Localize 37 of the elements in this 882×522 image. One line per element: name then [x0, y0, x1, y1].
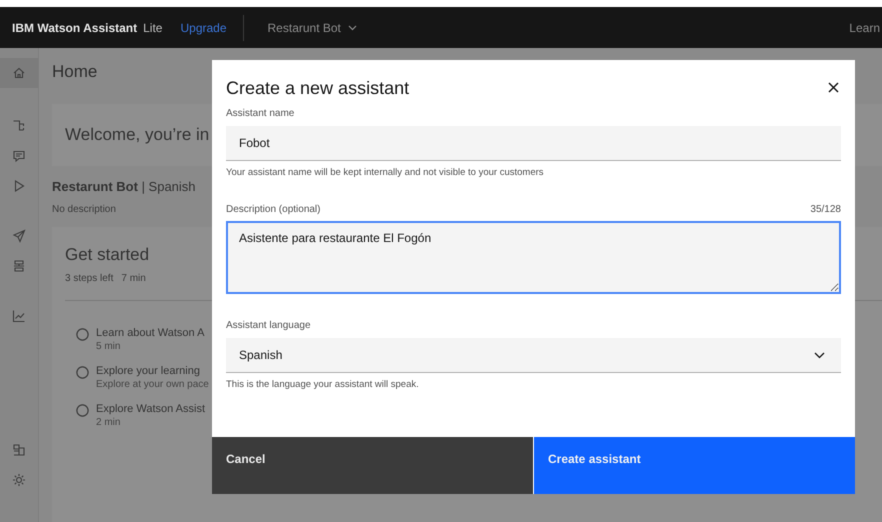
home-icon[interactable] [0, 58, 38, 88]
plan-label: Lite [143, 20, 162, 34]
step-title[interactable]: Explore your learning [96, 365, 209, 377]
page-title: Home [52, 62, 98, 82]
field-label: Assistant name [226, 108, 294, 119]
dialog-title: Create a new assistant [226, 78, 410, 99]
step-detail: 5 min [96, 341, 122, 352]
card-title: Get started [65, 245, 150, 265]
steps-left: 3 steps left [65, 273, 114, 284]
field-label: Assistant language [226, 320, 311, 331]
field-label: Description (optional) [226, 204, 320, 215]
create-button[interactable]: Create assistant [534, 437, 855, 494]
description-field[interactable]: Asistente para restaurante El Fogón [226, 221, 841, 294]
upgrade-link[interactable]: Upgrade [180, 20, 227, 34]
assistant-menu[interactable]: Restarunt Bot [268, 20, 357, 34]
step-title[interactable]: Explore Watson Assist [96, 403, 206, 415]
step-title[interactable]: Learn about Watson A [96, 327, 204, 339]
cancel-button[interactable]: Cancel [212, 437, 533, 494]
assistant-name: Restarunt Bot | Spanish [52, 179, 196, 194]
circle-icon[interactable] [76, 404, 89, 417]
language-select[interactable]: Spanish [226, 338, 841, 373]
helper-text: Your assistant name will be kept internally and not visible to your customers [226, 167, 545, 178]
chevron-down-icon [348, 24, 357, 30]
character-counter: 35/128 [810, 204, 841, 215]
name-field[interactable]: Fobot [226, 126, 841, 161]
helper-text: This is the language your assistant will speak. [226, 379, 420, 390]
chevron-down-icon [814, 352, 825, 358]
learn-link[interactable]: Learn [849, 20, 880, 34]
total-time: 7 min [121, 273, 146, 284]
welcome-text: Welcome, you’re in [65, 125, 210, 145]
step-detail: 2 min [96, 417, 122, 428]
step-detail: Explore at your own pace [96, 379, 209, 390]
circle-icon[interactable] [76, 328, 89, 341]
product-name: IBM Watson Assistant [12, 20, 138, 34]
circle-icon[interactable] [76, 366, 89, 379]
close-icon[interactable] [828, 82, 839, 93]
assistant-description: No description [52, 204, 116, 215]
